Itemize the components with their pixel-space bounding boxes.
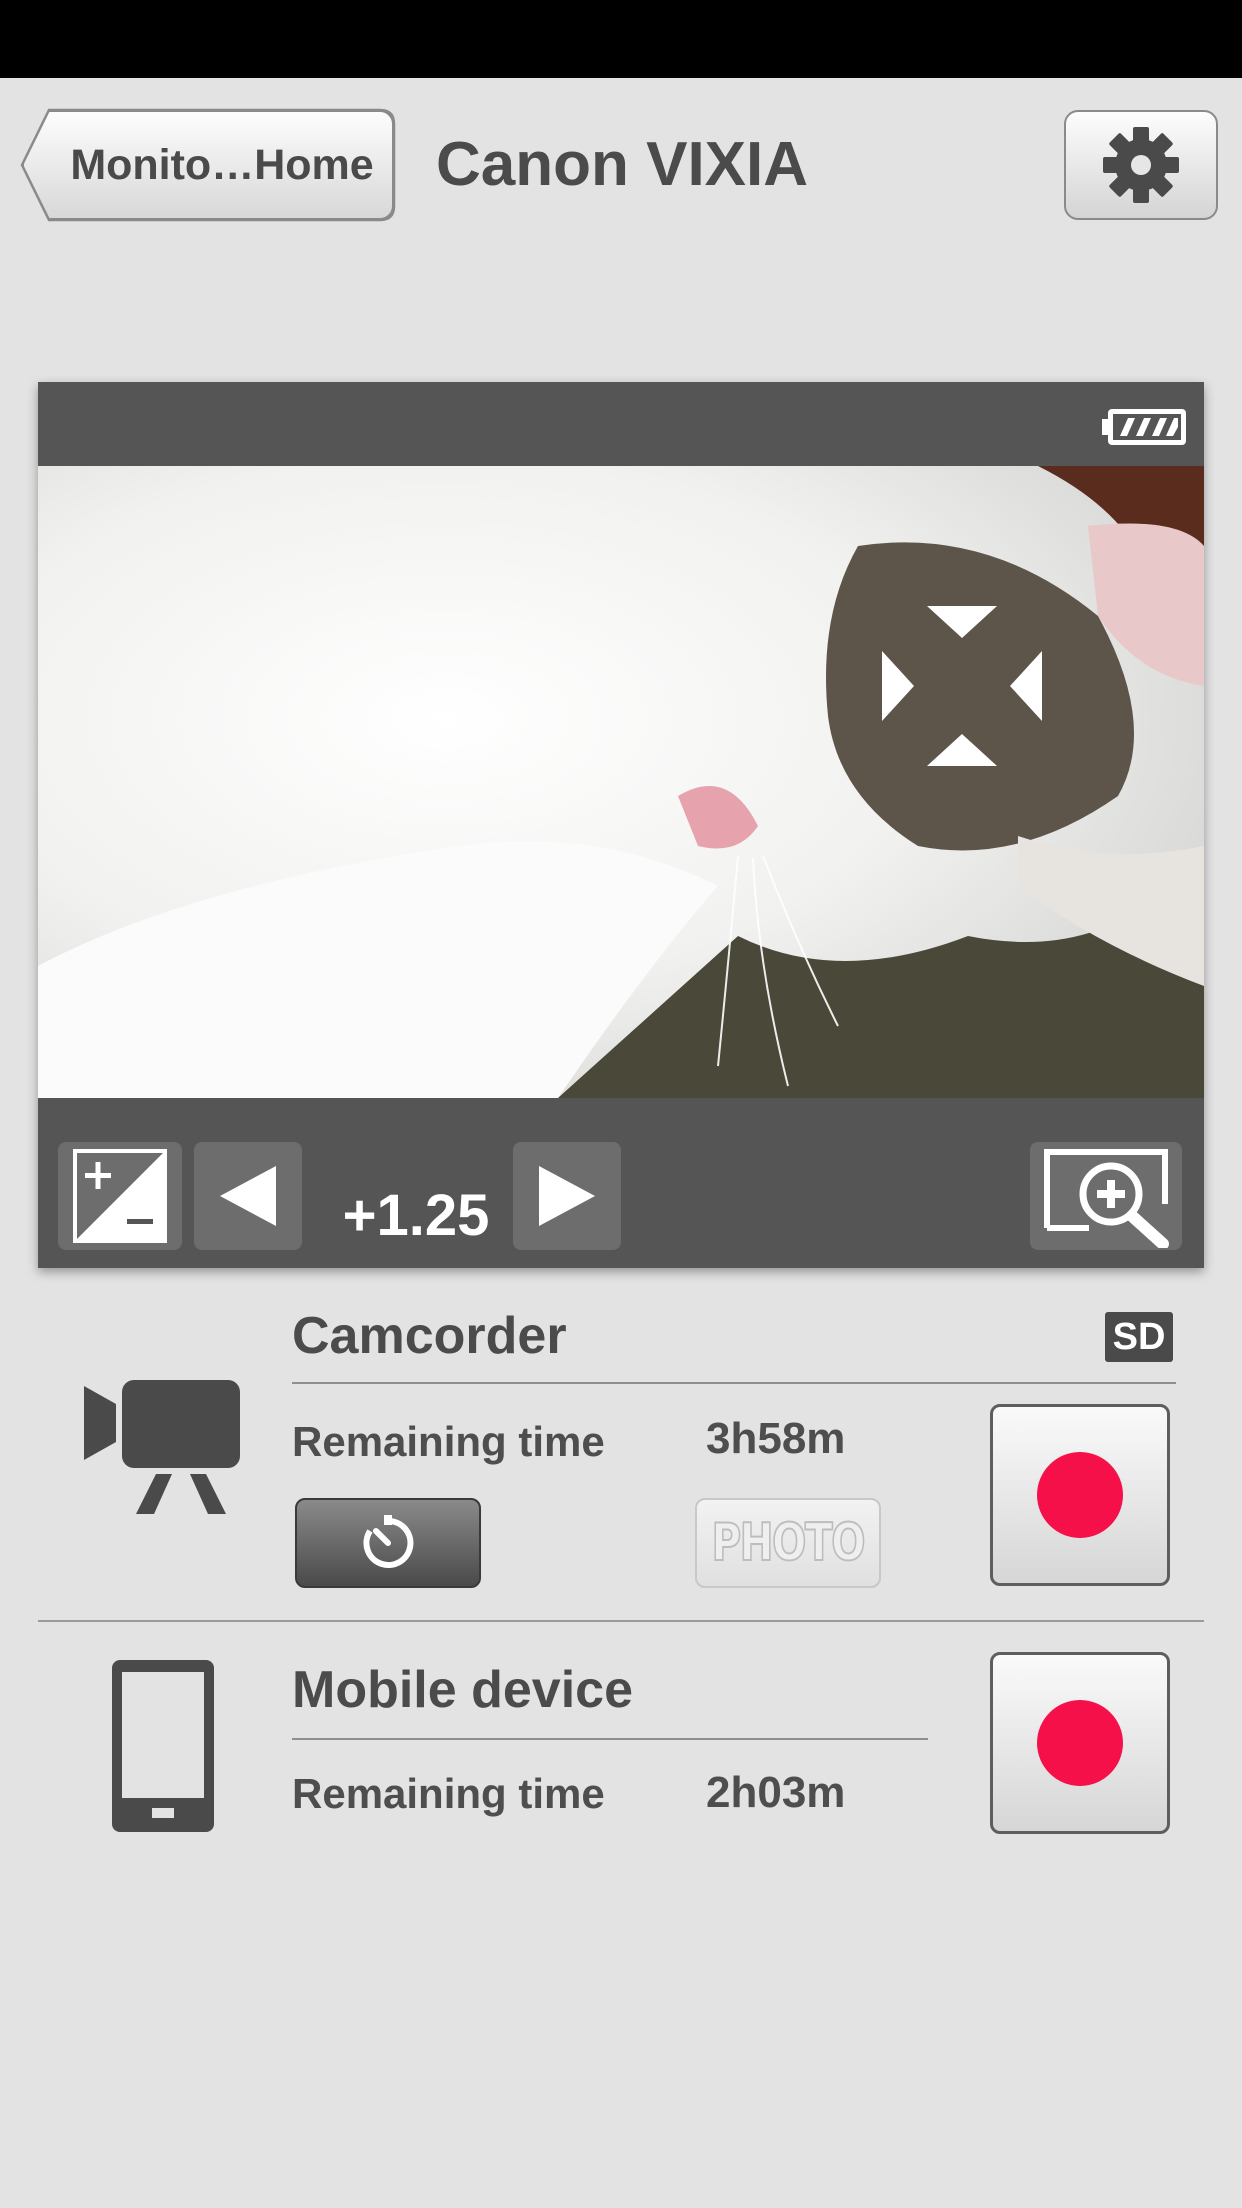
back-button-label: Monito…Home xyxy=(70,140,374,189)
camcorder-remaining-value: 3h58m xyxy=(706,1414,846,1463)
camcorder-record-button[interactable] xyxy=(990,1404,1170,1586)
exposure-value: +1.25 xyxy=(342,1183,490,1248)
section-divider xyxy=(38,1620,1204,1622)
photo-button[interactable]: PHOTO xyxy=(695,1498,881,1588)
sd-card-badge: SD xyxy=(1105,1312,1173,1362)
live-view-image[interactable] xyxy=(38,466,1204,1098)
mobile-title: Mobile device xyxy=(292,1661,633,1719)
exposure-increase-button[interactable] xyxy=(513,1142,621,1250)
self-timer-icon xyxy=(363,1515,414,1568)
photo-button-label: PHOTO xyxy=(711,1512,867,1574)
record-dot-icon xyxy=(1037,1452,1123,1538)
smartphone-icon xyxy=(112,1660,214,1832)
mobile-divider xyxy=(292,1738,928,1740)
live-view-panel: +1.25 xyxy=(38,382,1204,1268)
zoom-button[interactable] xyxy=(1030,1142,1182,1250)
exposure-icon xyxy=(73,1149,167,1243)
left-arrow-icon xyxy=(220,1166,276,1226)
exposure-decrease-button[interactable] xyxy=(194,1142,302,1250)
camcorder-title: Camcorder xyxy=(292,1307,567,1365)
zoom-in-icon xyxy=(1044,1149,1169,1248)
right-arrow-icon xyxy=(539,1166,595,1226)
camcorder-divider xyxy=(292,1382,1176,1384)
settings-button[interactable] xyxy=(1064,110,1218,220)
back-button[interactable]: Monito…Home xyxy=(22,110,394,220)
mobile-remaining-label: Remaining time xyxy=(292,1770,605,1817)
battery-icon xyxy=(1102,409,1186,445)
mobile-record-button[interactable] xyxy=(990,1652,1170,1834)
status-bar xyxy=(0,0,1242,78)
exposure-button[interactable] xyxy=(58,1142,182,1250)
mobile-remaining-value: 2h03m xyxy=(706,1768,846,1817)
page-title: Canon VIXIA xyxy=(436,130,809,199)
gear-icon xyxy=(1103,127,1179,203)
camcorder-remaining-label: Remaining time xyxy=(292,1418,605,1465)
video-camera-icon xyxy=(84,1380,240,1514)
self-timer-button[interactable] xyxy=(295,1498,481,1588)
record-dot-icon xyxy=(1037,1700,1123,1786)
focus-target-icon xyxy=(882,606,1042,766)
